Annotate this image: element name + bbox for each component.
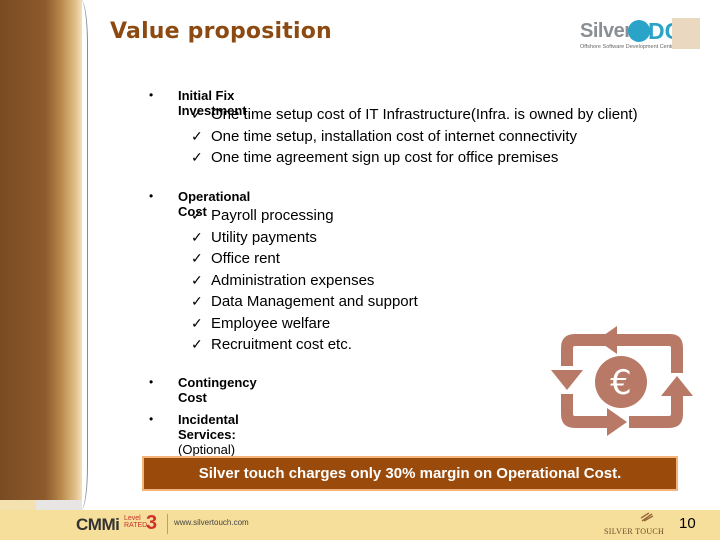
bullet-icon: •	[149, 88, 154, 102]
footer-divider	[167, 514, 168, 534]
checkmark-icon: ✓	[191, 106, 203, 122]
company-website-link[interactable]: www.silvertouch.com	[174, 518, 249, 527]
bullet-icon: •	[149, 412, 154, 426]
checkmark-icon: ✓	[191, 228, 203, 245]
euro-cycle-graphic: €	[551, 326, 693, 436]
margin-banner: Silver touch charges only 30% margin on …	[142, 456, 678, 491]
decorative-footer-grey	[36, 500, 82, 510]
checkmark-icon: ✓	[191, 149, 203, 165]
cmmi-level-number: 3	[146, 512, 158, 534]
bracket-top-left	[561, 334, 607, 366]
section-label-suffix: (Optional)	[178, 442, 236, 457]
bracket-bottom-left	[561, 394, 607, 428]
slide-content: • Initial Fix Investment ✓ One time setup…	[0, 0, 720, 500]
arrow-bottom-right	[607, 408, 627, 436]
section-label: Incidental Services: (Optional)	[178, 412, 239, 457]
arrow-right-up	[661, 376, 693, 396]
euro-cycle-icon: €	[545, 318, 695, 443]
checkmark-icon: ✓	[191, 127, 203, 144]
checkmark-icon: ✓	[191, 207, 203, 223]
checkmark-icon: ✓	[191, 314, 203, 331]
silver-touch-logo-icon	[640, 512, 654, 522]
banner-text: Silver touch charges only 30% margin on …	[198, 465, 622, 482]
checkmark-icon: ✓	[191, 250, 203, 266]
section-label: Contingency Cost	[178, 375, 257, 405]
bullet-icon: •	[149, 189, 154, 203]
cmmi-level-text: Level RATED	[124, 515, 148, 529]
checkmark-icon: ✓	[191, 271, 203, 288]
checkmark-icon: ✓	[191, 336, 203, 352]
checkmark-icon: ✓	[191, 293, 203, 309]
cmmi-logo-text: CMMi	[76, 515, 120, 534]
bullet-icon: •	[149, 375, 154, 389]
euro-symbol: €	[610, 363, 632, 403]
arrow-left-down	[551, 370, 583, 390]
company-name: SILVER TOUCH	[604, 527, 665, 536]
page-number: 10	[679, 515, 696, 532]
